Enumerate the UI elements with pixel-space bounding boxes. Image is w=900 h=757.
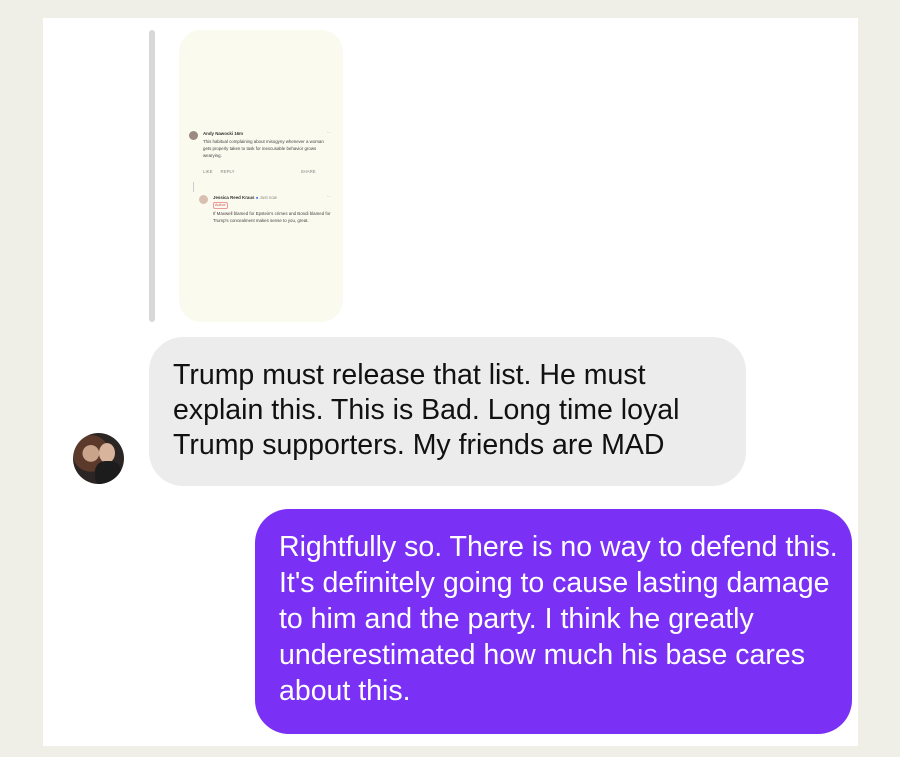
outgoing-message-text: Rightfully so. There is no way to defend… (279, 531, 838, 707)
comment-actions: LIKE REPLY SHARE (203, 168, 316, 175)
author-badge: Author (213, 202, 228, 209)
replier-name: Jessica Reed Kraus ● Just now (213, 195, 277, 200)
incoming-message-text: Trump must release that list. He must ex… (173, 359, 680, 461)
commenter-name: Andy Nawocki 16m (203, 131, 244, 136)
outgoing-message-bubble[interactable]: Rightfully so. There is no way to defend… (255, 509, 852, 734)
share-action[interactable]: SHARE (301, 168, 316, 175)
avatar-photo-detail (99, 443, 115, 463)
shared-post-reply: Jessica Reed Kraus ● Just now ··· Author… (189, 194, 335, 254)
commenter-avatar (189, 131, 198, 140)
incoming-message-bubble[interactable]: Trump must release that list. He must ex… (149, 337, 746, 486)
thread-line (193, 182, 194, 192)
chat-window: Andy Nawocki 16m ··· This habitual compl… (43, 18, 858, 746)
shared-post-comment: Andy Nawocki 16m ··· This habitual compl… (189, 130, 335, 190)
shared-post-card[interactable]: Andy Nawocki 16m ··· This habitual compl… (179, 30, 343, 322)
reply-action[interactable]: REPLY (221, 168, 235, 175)
like-action[interactable]: LIKE (203, 168, 213, 175)
comment-text: This habitual complaining about misogyny… (203, 139, 324, 158)
avatar-photo-detail (95, 461, 121, 484)
more-options-icon[interactable]: ··· (327, 129, 331, 136)
replier-avatar (199, 195, 208, 204)
reply-indicator-bar (149, 30, 155, 322)
reply-text: If Maxwell blamed for Epstein's crimes a… (213, 211, 331, 223)
more-options-icon[interactable]: ··· (327, 193, 331, 200)
sender-avatar[interactable] (73, 433, 124, 484)
